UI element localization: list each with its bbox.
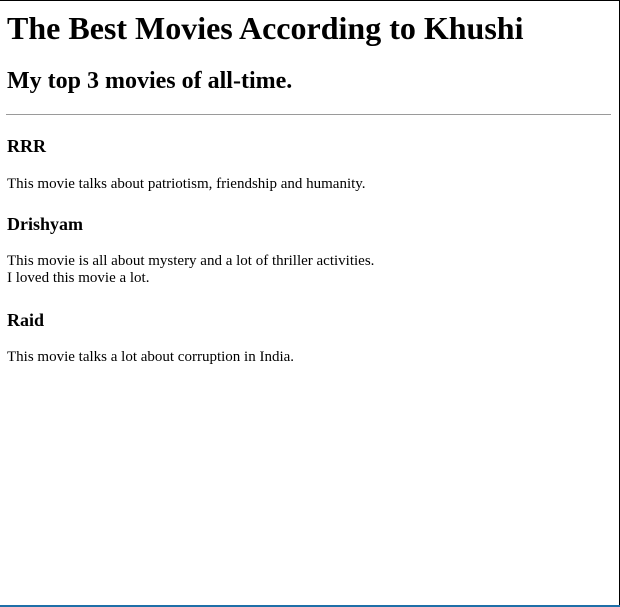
movie-description-line: This movie talks about patriotism, frien… (7, 176, 366, 192)
movie-title-raid: Raid (7, 310, 45, 330)
movie-title-drishyam: Drishyam (7, 214, 83, 234)
movie-description-line: This movie is all about mystery and a lo… (7, 253, 375, 269)
page-subtitle: My top 3 movies of all-time. (7, 68, 293, 94)
movie-description-raid: This movie talks a lot about corruption … (7, 349, 294, 366)
movie-description-drishyam: This movie is all about mystery and a lo… (7, 253, 374, 287)
movie-description-line: This movie talks a lot about corruption … (7, 349, 295, 365)
page-title: The Best Movies According to Khushi (7, 10, 524, 46)
movie-title-rrr: RRR (7, 136, 46, 156)
movie-description-rrr: This movie talks about patriotism, frien… (7, 176, 366, 193)
window-top-border (0, 0, 620, 1)
page: { "page": { "title": "The Best Movies Ac… (0, 0, 620, 607)
divider (6, 114, 611, 115)
movie-description-line: I loved this movie a lot. (7, 270, 150, 286)
